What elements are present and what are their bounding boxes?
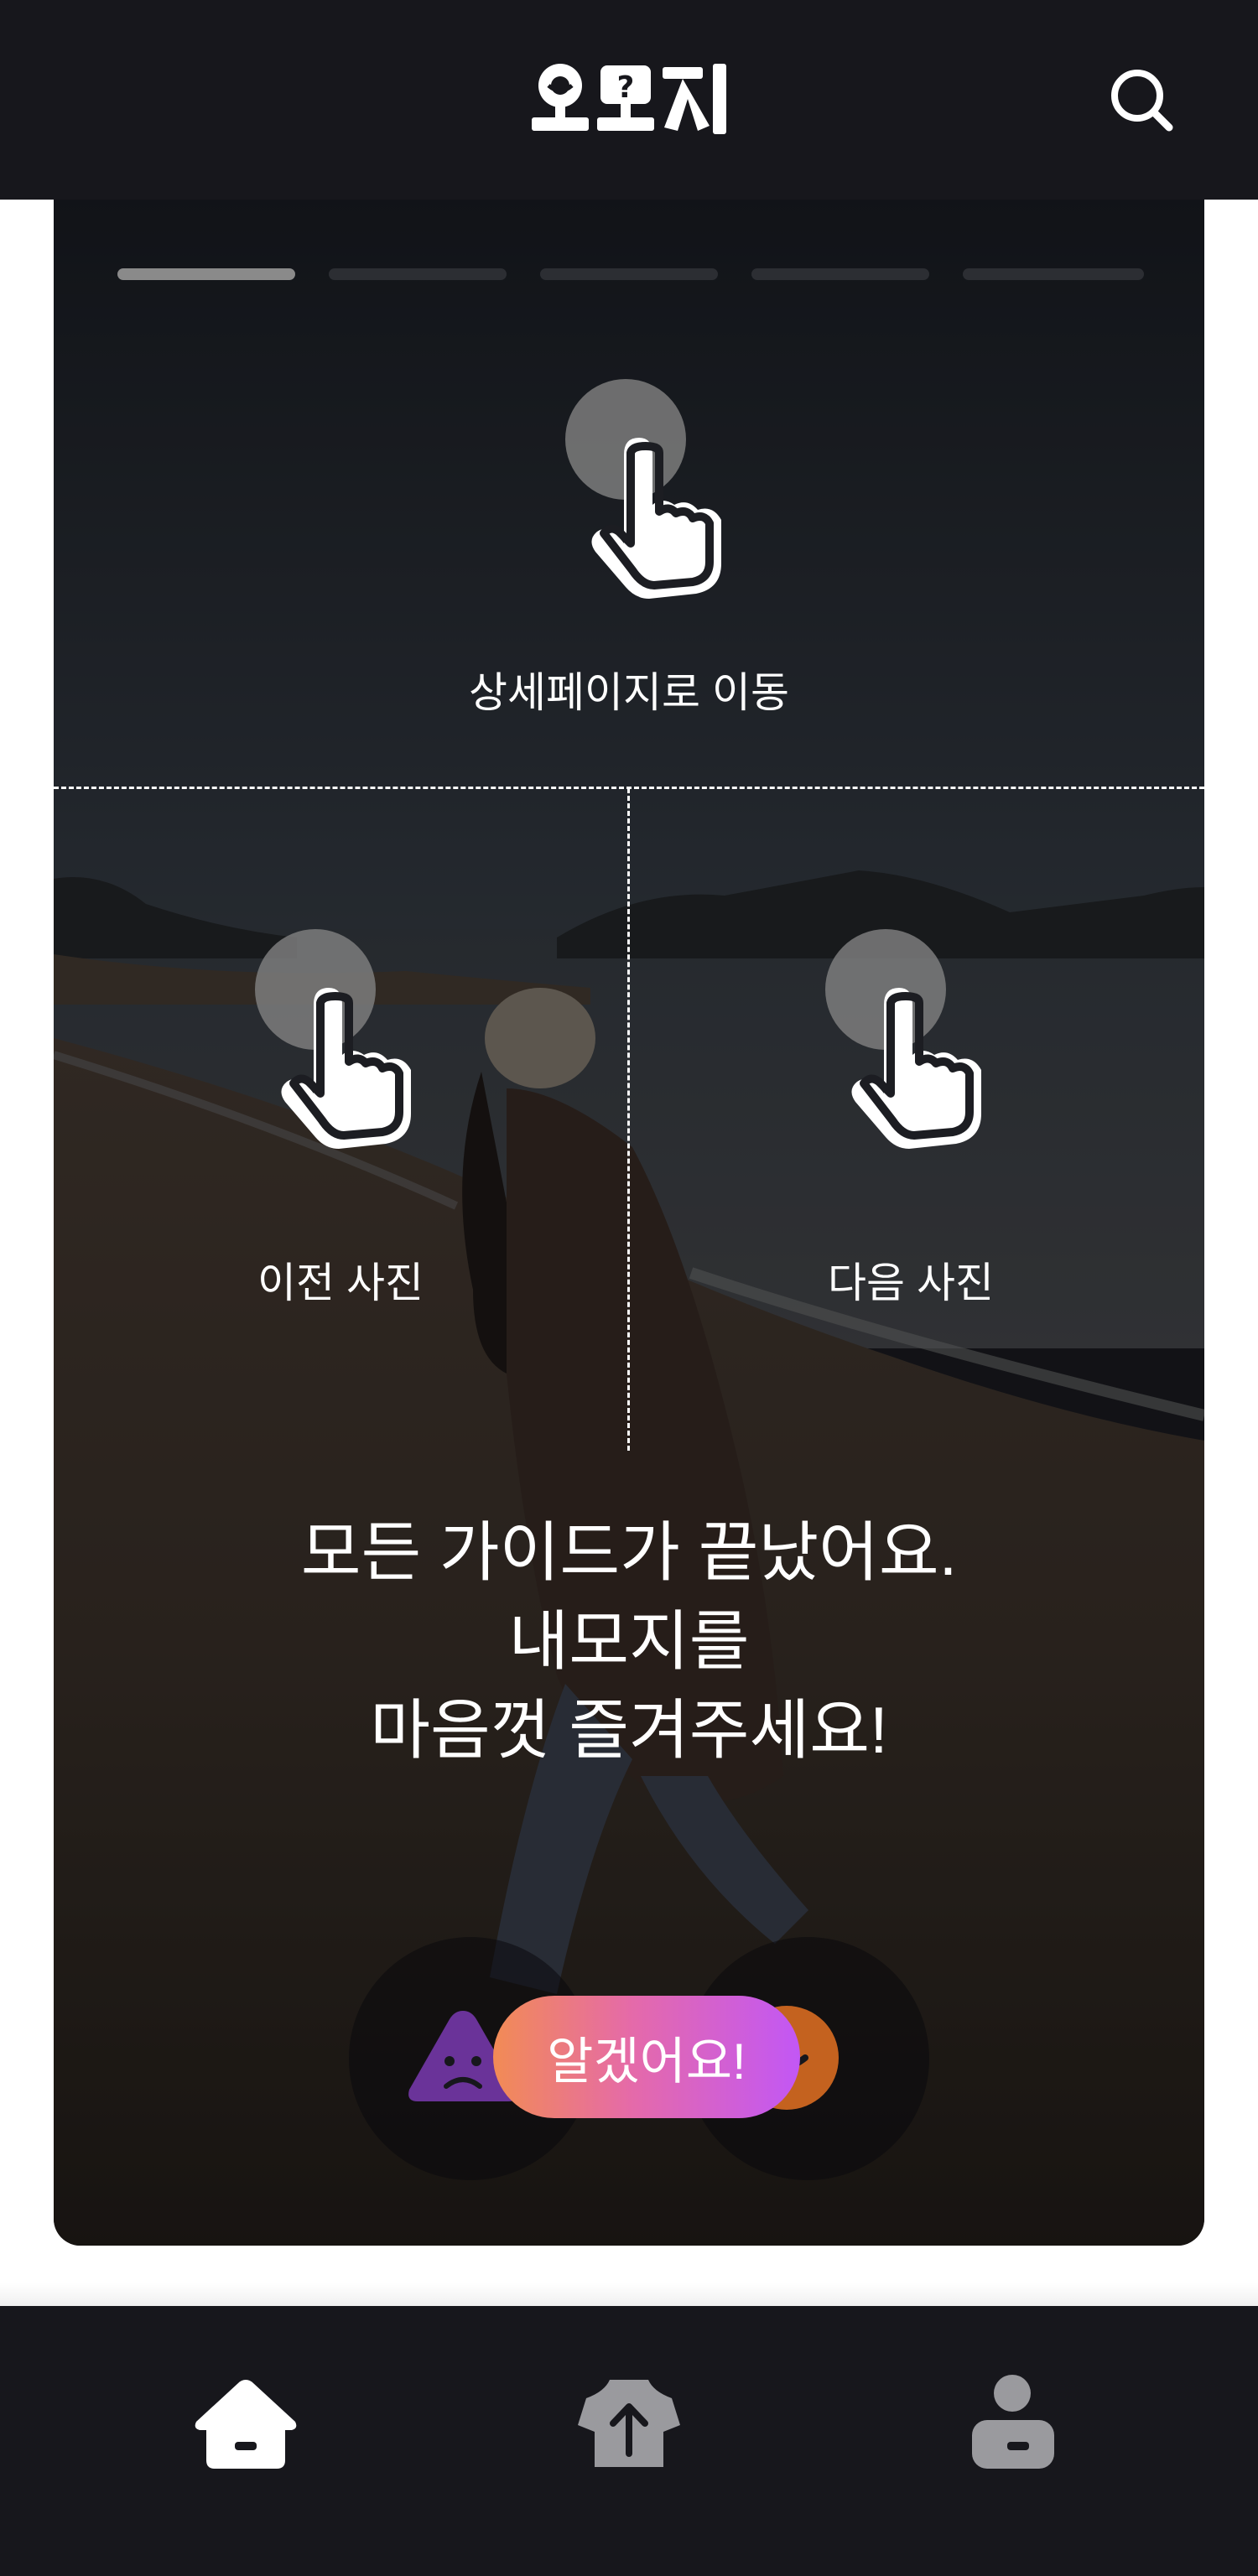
message-line: 모든 가이드가 끝났어요. [300,1515,958,1589]
bottom-nav [0,2306,1258,2576]
zone-divider-vertical [627,788,630,1451]
guide-complete-message: 모든 가이드가 끝났어요. 내모지를 마음껏 즐겨주세요! [126,1508,1132,1774]
tap-hand-icon [825,929,981,1149]
home-icon[interactable] [191,2373,300,2474]
search-icon[interactable] [1105,64,1176,134]
photo-card[interactable]: 상세페이지로 이동 이전 사진 다음 사진 모든 가이드가 끝났어요. 내모지를… [54,200,1204,2246]
confirm-button[interactable]: 알겠어요! [493,1996,800,2118]
app-header: ? [0,0,1258,200]
upload-shirt-icon[interactable] [574,2373,684,2474]
right-zone-label: 다음 사진 [828,1259,994,1306]
story-progress-bar [117,268,1144,280]
tap-hand-icon [255,929,411,1149]
profile-icon[interactable] [959,2373,1068,2474]
svg-text:?: ? [617,70,635,105]
tap-hand-icon [565,379,721,599]
message-line: 내모지를 [508,1604,750,1678]
message-line: 마음껏 즐겨주세요! [370,1693,888,1767]
left-zone-label: 이전 사진 [257,1259,424,1306]
content-divider [0,2283,1258,2306]
app-logo[interactable]: ? [527,60,731,138]
top-zone-label: 상세페이지로 이동 [469,669,789,716]
